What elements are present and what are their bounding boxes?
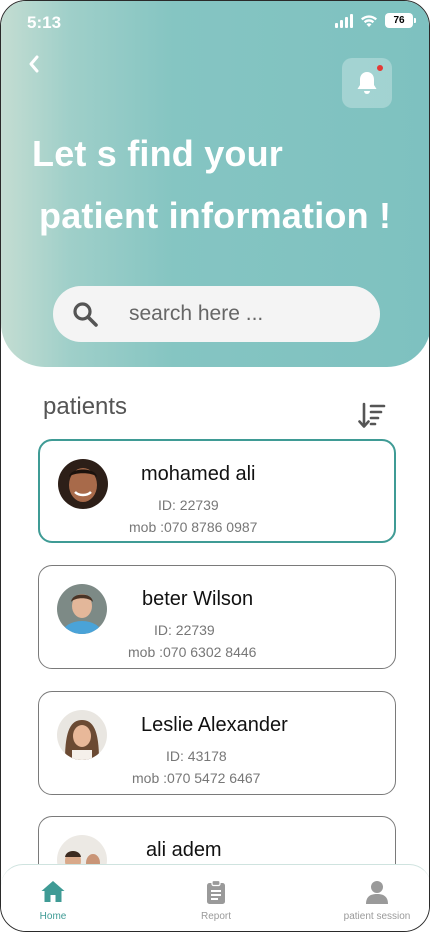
notification-dot bbox=[377, 65, 383, 71]
status-icons: 76 bbox=[335, 13, 416, 28]
nav-report-label: Report bbox=[200, 911, 231, 922]
home-icon bbox=[41, 881, 65, 902]
patients-section-title: patients bbox=[43, 393, 128, 420]
chevron-left-icon bbox=[29, 55, 39, 73]
patient-name: ali adem bbox=[146, 839, 222, 861]
patient-id: ID: 22739 bbox=[158, 497, 219, 513]
bottom-navigation: Home Report patient session bbox=[1, 864, 429, 931]
status-time: 5:13 bbox=[27, 13, 62, 32]
page-title-line-2: patient information ! bbox=[39, 195, 392, 236]
patient-avatar bbox=[58, 459, 108, 509]
nav-home-label: Home bbox=[39, 911, 67, 922]
search-icon bbox=[73, 302, 98, 327]
signal-icon bbox=[335, 13, 353, 28]
back-button[interactable] bbox=[21, 51, 47, 77]
nav-patient-session[interactable]: patient session bbox=[317, 865, 429, 931]
nav-home[interactable]: Home bbox=[1, 865, 113, 931]
user-icon bbox=[366, 881, 388, 904]
status-bar: 5:13 76 bbox=[1, 1, 429, 45]
patient-name: Leslie Alexander bbox=[141, 714, 288, 736]
sort-descending-icon bbox=[358, 402, 386, 428]
nav-patient-session-label: patient session bbox=[343, 911, 411, 922]
patient-id: ID: 22739 bbox=[154, 622, 215, 638]
patient-card[interactable]: Leslie Alexander ID: 43178 mob :070 5472… bbox=[38, 691, 396, 795]
patient-name: mohamed ali bbox=[141, 463, 256, 485]
nav-report[interactable]: Report bbox=[156, 865, 276, 931]
patient-id: ID: 43178 bbox=[166, 748, 227, 764]
patient-mobile: mob :070 5472 6467 bbox=[132, 770, 261, 786]
wifi-icon bbox=[361, 14, 377, 27]
search-input[interactable] bbox=[129, 286, 359, 342]
patient-card[interactable]: beter Wilson ID: 22739 mob :070 6302 844… bbox=[38, 565, 396, 669]
patient-mobile: mob :070 8786 0987 bbox=[129, 519, 258, 535]
notifications-button[interactable] bbox=[342, 58, 392, 108]
battery-icon: 76 bbox=[385, 13, 416, 28]
patient-avatar bbox=[57, 710, 107, 760]
bell-icon bbox=[357, 72, 377, 94]
search-bar[interactable] bbox=[53, 286, 380, 342]
phone-frame: 5:13 76 Let s find your patient informat… bbox=[0, 0, 430, 932]
patient-mobile: mob :070 6302 8446 bbox=[128, 644, 257, 660]
patient-card[interactable]: mohamed ali ID: 22739 mob :070 8786 0987 bbox=[38, 439, 396, 543]
patient-avatar bbox=[57, 584, 107, 634]
patient-name: beter Wilson bbox=[142, 588, 254, 610]
page-title-line-1: Let s find your bbox=[32, 133, 284, 174]
clipboard-icon bbox=[207, 879, 225, 904]
sort-button[interactable] bbox=[357, 401, 387, 431]
